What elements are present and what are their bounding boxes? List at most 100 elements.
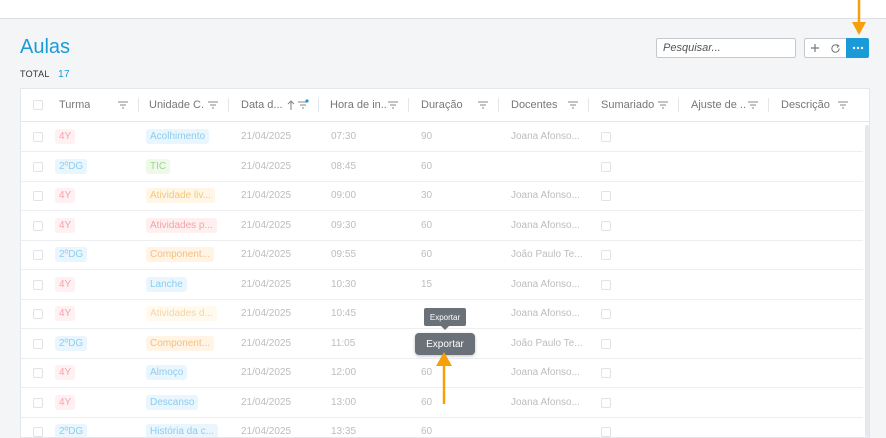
- cell-unidade: Component...: [146, 329, 215, 358]
- cell-text: 21/04/2025: [241, 278, 292, 290]
- cell-unidade: Descanso: [146, 388, 199, 417]
- column-header-descricao[interactable]: Descrição: [769, 89, 859, 121]
- cell-text: Joana Afonso...: [511, 219, 580, 231]
- table-row[interactable]: 4Y Acolhimento 21/04/2025 07:30 90 Joana Afon…: [21, 122, 863, 152]
- row-checkbox[interactable]: [33, 161, 43, 172]
- cell-unidade: Lanche: [146, 270, 187, 299]
- column-label: Descrição: [781, 99, 830, 111]
- filter-icon[interactable]: [207, 99, 219, 111]
- cell-turma: 4Y: [55, 181, 76, 210]
- cell-text: 13:00: [331, 396, 357, 408]
- row-checkbox[interactable]: [33, 368, 43, 378]
- column-header-data[interactable]: Data d...: [229, 89, 319, 121]
- add-button[interactable]: [804, 38, 826, 58]
- row-checkbox[interactable]: [33, 191, 43, 201]
- table-row[interactable]: 2ºDG Component... 21/04/2025 09:55 60 João Pa…: [21, 240, 863, 270]
- cell-unidade: História da c...: [146, 417, 218, 437]
- table-row[interactable]: 2ºDG História da c... 21/04/2025 13:35 60: [21, 417, 863, 437]
- column-header-hora[interactable]: Hora de in...: [319, 89, 409, 121]
- cell-data: 21/04/2025: [241, 329, 291, 358]
- filter-icon[interactable]: [117, 99, 129, 111]
- column-label: Data d...: [241, 99, 283, 111]
- tag-chip: 2ºDG: [55, 158, 88, 174]
- more-options-button[interactable]: [846, 38, 869, 58]
- column-header-ajuste[interactable]: Ajuste de ...: [679, 89, 769, 121]
- cell-turma: 2ºDG: [55, 329, 88, 358]
- cell-turma: 4Y: [55, 388, 76, 417]
- cell-duracao: 60: [421, 152, 432, 181]
- sort-ascending-icon[interactable]: [286, 99, 296, 111]
- column-label: Docentes: [511, 99, 558, 111]
- cell-docentes: Joana Afonso...: [511, 358, 580, 387]
- select-all-checkbox[interactable]: [33, 100, 43, 110]
- table-row[interactable]: 4Y Atividades p... 21/04/2025 09:30 60 Joana …: [21, 211, 863, 241]
- sumariado-checkbox[interactable]: [601, 250, 611, 260]
- sumariado-checkbox[interactable]: [601, 279, 611, 290]
- row-checkbox[interactable]: [33, 397, 43, 408]
- cell-text: 13:35: [331, 426, 357, 437]
- cell-unidade: Component...: [146, 240, 215, 269]
- cell-text: 07:30: [331, 131, 357, 142]
- cell-unidade: Acolhimento: [146, 122, 210, 151]
- cell-text: João Paulo Te...: [511, 249, 583, 260]
- column-header-turma[interactable]: Turma: [49, 89, 139, 121]
- sumariado-checkbox[interactable]: [601, 220, 611, 231]
- cell-hora: 08:45: [331, 152, 356, 181]
- sumariado-checkbox[interactable]: [601, 338, 611, 349]
- cell-docentes: Joana Afonso...: [511, 388, 580, 417]
- row-checkbox[interactable]: [33, 279, 43, 290]
- annotation-arrow-down-icon: [852, 0, 866, 35]
- sumariado-checkbox[interactable]: [601, 132, 611, 142]
- filter-icon[interactable]: [657, 99, 669, 111]
- row-checkbox[interactable]: [33, 220, 43, 231]
- column-header-duracao[interactable]: Duração: [409, 89, 499, 121]
- cell-turma: 4Y: [55, 122, 76, 151]
- filter-icon[interactable]: [477, 99, 489, 111]
- row-checkbox[interactable]: [33, 338, 43, 349]
- filter-icon[interactable]: [387, 99, 399, 111]
- row-checkbox[interactable]: [33, 250, 43, 260]
- column-header-sumariado[interactable]: Sumariado: [589, 89, 679, 121]
- cell-text: 21/04/2025: [241, 396, 292, 408]
- top-bar: [0, 0, 886, 19]
- cell-docentes: João Paulo Te...: [511, 240, 583, 269]
- cell-text: Joana Afonso...: [511, 367, 580, 378]
- sumariado-checkbox[interactable]: [601, 161, 611, 172]
- sumariado-checkbox[interactable]: [601, 191, 611, 201]
- more-dots-icon: [852, 46, 863, 50]
- cell-text: Joana Afonso...: [511, 131, 580, 142]
- column-header-docentes[interactable]: Docentes: [499, 89, 589, 121]
- filter-icon[interactable]: [567, 99, 579, 111]
- cell-data: 21/04/2025: [241, 181, 291, 210]
- cell-text: 21/04/2025: [241, 367, 292, 378]
- cell-text: 60: [421, 426, 433, 437]
- row-checkbox[interactable]: [33, 132, 43, 142]
- cell-text: 09:55: [331, 249, 357, 260]
- tag-chip: TIC: [146, 158, 171, 174]
- cell-text: 12:00: [331, 367, 357, 378]
- column-label: Sumariado: [601, 99, 655, 111]
- refresh-button[interactable]: [825, 38, 847, 58]
- tag-chip: Lanche: [146, 276, 187, 292]
- row-checkbox[interactable]: [33, 309, 43, 319]
- cell-duracao: 60: [421, 417, 433, 437]
- cell-text: 11:05: [331, 337, 356, 349]
- tag-chip: 4Y: [55, 306, 76, 321]
- table-row[interactable]: 4Y Atividade liv... 21/04/2025 09:00 30 Joana…: [21, 181, 863, 211]
- column-label: Unidade C...: [149, 99, 205, 111]
- sumariado-checkbox[interactable]: [601, 309, 611, 319]
- cell-text: 21/04/2025: [241, 249, 292, 260]
- cell-duracao: 15: [421, 270, 432, 299]
- sumariado-checkbox[interactable]: [601, 368, 611, 378]
- filter-icon[interactable]: [747, 99, 759, 111]
- cell-text: 21/04/2025: [241, 219, 292, 231]
- table-row[interactable]: 4Y Lanche 21/04/2025 10:30 15 Joana Afonso...: [21, 270, 863, 300]
- filter-icon[interactable]: [837, 99, 849, 111]
- column-header-unidade[interactable]: Unidade C...: [139, 89, 229, 121]
- filter-active-icon[interactable]: [297, 99, 309, 111]
- vertical-scrollbar[interactable]: [865, 125, 869, 437]
- sumariado-checkbox[interactable]: [601, 397, 611, 408]
- table-row[interactable]: 2ºDG TIC 21/04/2025 08:45 60: [21, 152, 863, 182]
- cell-docentes: Joana Afonso...: [511, 181, 580, 210]
- search-input[interactable]: [656, 38, 796, 58]
